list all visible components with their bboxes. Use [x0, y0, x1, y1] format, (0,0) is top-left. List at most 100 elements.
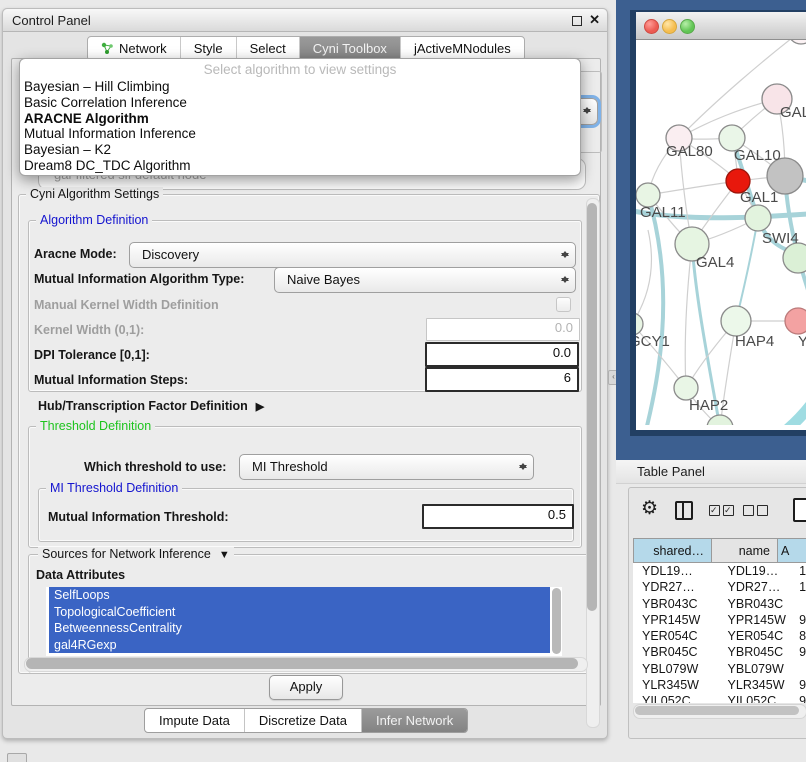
node-label: GAL10: [734, 147, 781, 164]
sources-expander[interactable]: Sources for Network Inference▼: [38, 547, 234, 561]
settings-horizontal-scrollbar[interactable]: [24, 657, 588, 672]
close-panel-icon[interactable]: ✕: [589, 12, 600, 28]
table-cell: 8.: [793, 628, 806, 644]
mi-algorithm-type-combo[interactable]: Naive Bayes: [274, 267, 576, 293]
dpi-tolerance-label: DPI Tolerance [0,1]:: [34, 348, 150, 362]
list-item[interactable]: TopologicalCoefficient: [49, 604, 550, 621]
list-scrollbar[interactable]: [552, 588, 561, 654]
dock-panel-icon[interactable]: [7, 753, 27, 762]
manual-kernel-label: Manual Kernel Width Definition: [34, 298, 219, 312]
table-cell: YIL052C: [633, 693, 720, 703]
list-item[interactable]: gal4RGexp: [49, 637, 550, 654]
manual-kernel-checkbox[interactable]: [556, 297, 571, 312]
float-window-icon[interactable]: [572, 16, 582, 26]
apply-button[interactable]: Apply: [269, 675, 343, 700]
tab-infer-network[interactable]: Infer Network: [362, 709, 467, 732]
table-cell: YBR045C: [633, 644, 720, 660]
tab-select[interactable]: Select: [237, 37, 300, 60]
network-window-titlebar: [636, 12, 806, 40]
tab-cyni-toolbox[interactable]: Cyni Toolbox: [300, 37, 401, 60]
table-cell: 9.: [793, 677, 806, 693]
control-panel-title: Control Panel: [12, 13, 91, 28]
node-label: GCY1: [636, 333, 670, 350]
table-cell: YER054C: [720, 628, 794, 644]
dropdown-item[interactable]: Basic Correlation Inference: [20, 95, 580, 111]
close-window-icon[interactable]: [644, 19, 659, 34]
table-cell: YDR27…: [633, 579, 720, 595]
table-cell: YBR043C: [720, 596, 794, 612]
dropdown-item-selected[interactable]: ARACNE Algorithm: [20, 111, 580, 127]
dropdown-item[interactable]: Bayesian – Hill Climbing: [20, 79, 580, 95]
deselect-all-icon[interactable]: [743, 505, 768, 516]
list-item[interactable]: SelfLoops: [49, 587, 550, 604]
table-row[interactable]: YDR27…YDR27…12: [633, 579, 806, 595]
table-cell: YBL079W: [633, 661, 720, 677]
new-table-icon[interactable]: [793, 498, 806, 522]
application-root: Control Panel ✕ Network Style Select Cyn…: [0, 0, 806, 762]
table-cell: YLR345W: [633, 677, 720, 693]
hub-expander[interactable]: Hub/Transcription Factor Definition▶: [38, 399, 264, 413]
column-header[interactable]: A: [777, 538, 806, 563]
table-body: YDL19…YDL19…13YDR27…YDR27…12YBR043CYBR04…: [633, 563, 806, 703]
combo-stepper-icon: [561, 246, 570, 263]
table-cell: 9.: [793, 644, 806, 660]
dropdown-item[interactable]: Dream8 DC_TDC Algorithm: [20, 158, 580, 174]
table-row[interactable]: YBL079WYBL079W: [633, 661, 806, 677]
mi-threshold-field[interactable]: 0.5: [422, 504, 574, 529]
node-label: GAL4: [696, 254, 734, 271]
expander-expanded-icon: ▼: [219, 549, 230, 561]
algorithm-definition-title: Algorithm Definition: [36, 213, 152, 227]
table-row[interactable]: YLR345WYLR345W9.: [633, 677, 806, 693]
combo-stepper-icon: [561, 271, 570, 288]
tab-style[interactable]: Style: [181, 37, 237, 60]
dpi-tolerance-field[interactable]: 0.0: [425, 342, 579, 367]
dropdown-item[interactable]: Bayesian – K2: [20, 142, 580, 158]
algorithm-dropdown-list: Select algorithm to view settings Bayesi…: [19, 58, 581, 176]
which-threshold-combo[interactable]: MI Threshold: [239, 454, 534, 480]
table-row[interactable]: YIL052CYIL052C9: [633, 693, 806, 703]
which-threshold-label: Which threshold to use:: [84, 460, 226, 474]
table-row[interactable]: YBR043CYBR043C: [633, 596, 806, 612]
tab-impute-data[interactable]: Impute Data: [145, 709, 245, 732]
aracne-mode-combo[interactable]: Discovery: [129, 242, 576, 268]
table-cell: YPR145W: [633, 612, 720, 628]
table-panel-box: ⚙ ✓✓ shared… name A YDL19…YDL19…13YDR27……: [628, 487, 806, 739]
tab-discretize-data[interactable]: Discretize Data: [245, 709, 362, 732]
column-header[interactable]: name: [711, 538, 777, 563]
table-cell: 13: [793, 563, 806, 579]
table-row[interactable]: YBR045CYBR045C9.: [633, 644, 806, 660]
tab-network[interactable]: Network: [88, 37, 181, 60]
table-cell: YBR045C: [720, 644, 794, 660]
dropdown-prompt: Select algorithm to view settings: [20, 59, 580, 79]
list-item[interactable]: BetweennessCentrality: [49, 620, 550, 637]
table-cell: [793, 596, 806, 612]
kernel-width-field[interactable]: 0.0: [426, 318, 580, 341]
tab-jactivemnodules[interactable]: jActiveMNodules: [401, 37, 524, 60]
column-layout-icon[interactable]: [675, 501, 693, 520]
node-label: GAL11: [640, 204, 686, 221]
table-cell: 9.: [793, 612, 806, 628]
table-row[interactable]: YER054CYER054C8.: [633, 628, 806, 644]
table-cell: YLR345W: [720, 677, 794, 693]
node-label: SWI4: [762, 230, 799, 247]
network-canvas[interactable]: GAL GAL80 GAL10 GAL1 GAL11 SWI4 GAL4 GCY…: [636, 40, 806, 425]
table-settings-gear-icon[interactable]: ⚙: [641, 497, 658, 520]
node-label: GAL1: [740, 189, 778, 206]
settings-vertical-scrollbar[interactable]: [586, 198, 600, 728]
mi-threshold-label: Mutual Information Threshold:: [48, 510, 229, 524]
minimize-window-icon[interactable]: [662, 19, 677, 34]
dropdown-item[interactable]: Mutual Information Inference: [20, 126, 580, 142]
table-cell: YER054C: [633, 628, 720, 644]
threshold-definition-title: Threshold Definition: [36, 419, 155, 433]
table-horizontal-scrollbar[interactable]: [633, 704, 806, 719]
table-cell: [793, 661, 806, 677]
table-cell: YDL19…: [720, 563, 794, 579]
table-cell: YBL079W: [720, 661, 794, 677]
select-all-icon[interactable]: ✓✓: [709, 505, 734, 516]
table-row[interactable]: YPR145WYPR145W9.: [633, 612, 806, 628]
mi-steps-field[interactable]: 6: [425, 367, 579, 392]
column-header[interactable]: shared…: [633, 538, 711, 563]
table-row[interactable]: YDL19…YDL19…13: [633, 563, 806, 579]
tab-network-label: Network: [119, 41, 167, 56]
zoom-window-icon[interactable]: [680, 19, 695, 34]
